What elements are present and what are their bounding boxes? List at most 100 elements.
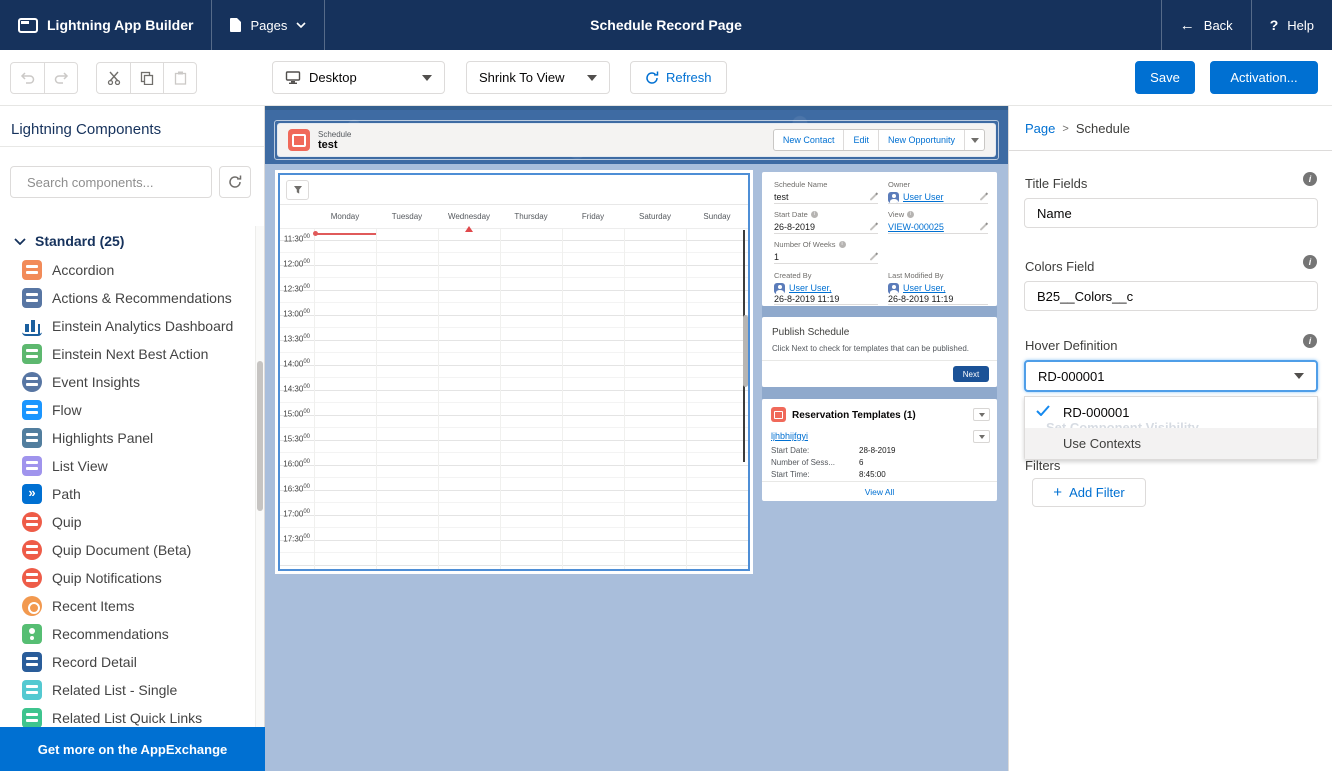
weeks-field[interactable]: 1 (774, 251, 878, 264)
undo-redo-group (10, 62, 78, 94)
sidebar-scrollbar-thumb[interactable] (257, 361, 263, 511)
search-input[interactable] (27, 175, 203, 190)
field-label: Start Datei (774, 210, 878, 219)
sidebar-scrollbar[interactable] (255, 226, 264, 727)
cut-button[interactable] (97, 63, 130, 93)
related-list-component[interactable]: Reservation Templates (1) ljhbhijfgyi St… (762, 399, 997, 501)
info-icon[interactable]: i (1303, 334, 1317, 348)
template-record-link[interactable]: ljhbhijfgyi (771, 431, 808, 441)
time-label: 15:0000 (280, 409, 310, 419)
time-label: 17:3000 (280, 534, 310, 544)
undo-button[interactable] (11, 63, 44, 93)
time-label: 13:3000 (280, 334, 310, 344)
pages-menu[interactable]: Pages (212, 0, 325, 50)
search-box (10, 166, 212, 198)
view-mode-selector[interactable]: Shrink To View (466, 61, 610, 94)
component-item-recent-items[interactable]: Recent Items (0, 592, 256, 620)
info-icon: i (839, 241, 846, 248)
filter-button[interactable] (286, 180, 309, 200)
edit-pencil-icon[interactable] (980, 223, 988, 231)
component-item-related-list-single[interactable]: Related List - Single (0, 676, 256, 704)
component-item-quip-document[interactable]: Quip Document (Beta) (0, 536, 256, 564)
edit-pencil-icon[interactable] (870, 253, 878, 261)
chevron-down-icon (296, 22, 306, 28)
plus-icon: + (1053, 485, 1062, 500)
change-owner-icon[interactable] (980, 193, 988, 201)
back-button[interactable]: ← Back (1161, 0, 1251, 50)
component-item-event-insights[interactable]: Event Insights (0, 368, 256, 396)
refresh-button[interactable]: Refresh (630, 61, 727, 94)
view-field[interactable]: VIEW-000025 (888, 221, 988, 234)
redo-icon (54, 72, 69, 85)
edit-pencil-icon[interactable] (870, 193, 878, 201)
related-list-menu-button[interactable] (973, 408, 990, 421)
modified-by-link[interactable]: User User, (903, 283, 946, 293)
help-label: Help (1287, 18, 1314, 33)
next-button[interactable]: Next (953, 366, 989, 382)
view-all-link[interactable]: View All (762, 487, 997, 497)
appexchange-button[interactable]: Get more on the AppExchange (0, 727, 265, 771)
more-actions-button[interactable] (964, 130, 984, 150)
component-item-quip-notifications[interactable]: Quip Notifications (0, 564, 256, 592)
new-opportunity-button[interactable]: New Opportunity (878, 130, 964, 150)
field-label: Number Of Weeksi (774, 240, 878, 249)
save-button[interactable]: Save (1135, 61, 1195, 94)
breadcrumb-page-link[interactable]: Page (1025, 121, 1055, 136)
hover-definition-select[interactable]: RD-000001 (1024, 360, 1318, 392)
edit-pencil-icon[interactable] (870, 223, 878, 231)
info-icon[interactable]: i (1303, 172, 1317, 186)
component-item-actions-recommendations[interactable]: Actions & Recommendations (0, 284, 256, 312)
record-detail-component[interactable]: Schedule Name test Owner User User Start… (762, 172, 997, 306)
components-sidebar: Lightning Components Standard (25) Accor… (0, 106, 265, 771)
redo-button[interactable] (44, 63, 77, 93)
copy-button[interactable] (130, 63, 163, 93)
colors-field-input[interactable] (1024, 281, 1318, 311)
start-date-field[interactable]: 26-8-2019 (774, 221, 878, 234)
day-header: Monday (314, 205, 376, 228)
info-icon[interactable]: i (1303, 255, 1317, 269)
component-item-list-view[interactable]: List View (0, 452, 256, 480)
component-item-path[interactable]: Path (0, 480, 256, 508)
component-list: Accordion Actions & Recommendations Eins… (0, 256, 256, 727)
component-item-einstein-next-best-action[interactable]: Einstein Next Best Action (0, 340, 256, 368)
owner-link[interactable]: User User (903, 192, 944, 202)
path-icon (22, 484, 42, 504)
new-contact-button[interactable]: New Contact (774, 130, 844, 150)
view-link[interactable]: VIEW-000025 (888, 222, 944, 232)
publish-schedule-component[interactable]: Publish Schedule Click Next to check for… (762, 317, 997, 387)
time-label: 17:0000 (280, 509, 310, 519)
quip-document-icon (22, 540, 42, 560)
add-filter-button[interactable]: + Add Filter (1032, 478, 1146, 507)
calendar-scrollbar-thumb[interactable] (743, 315, 748, 387)
component-item-highlights-panel[interactable]: Highlights Panel (0, 424, 256, 452)
component-item-recommendations[interactable]: Recommendations (0, 620, 256, 648)
component-item-accordion[interactable]: Accordion (0, 256, 256, 284)
activation-button[interactable]: Activation... (1210, 61, 1318, 94)
refresh-label: Refresh (666, 70, 712, 85)
component-item-quip[interactable]: Quip (0, 508, 256, 536)
component-item-flow[interactable]: Flow (0, 396, 256, 424)
refresh-components-button[interactable] (219, 166, 251, 198)
schedule-name-field[interactable]: test (774, 191, 878, 204)
record-header-component[interactable]: Schedule test New Contact Edit New Oppor… (278, 124, 995, 156)
row-label: Start Date: (771, 446, 809, 455)
component-item-related-list-quick-links[interactable]: Related List Quick Links (0, 704, 256, 727)
created-by-link[interactable]: User User, (789, 283, 832, 293)
component-item-record-detail[interactable]: Record Detail (0, 648, 256, 676)
owner-field[interactable]: User User (888, 191, 988, 204)
edit-button[interactable]: Edit (843, 130, 878, 150)
title-fields-input[interactable] (1024, 198, 1318, 228)
filters-label: Filters (1025, 458, 1060, 473)
schedule-calendar-component[interactable]: Monday Tuesday Wednesday Thursday Friday… (275, 170, 753, 574)
record-detail-icon (22, 652, 42, 672)
cut-icon (107, 71, 121, 85)
paste-button[interactable] (163, 63, 196, 93)
row-value: 6 (859, 458, 863, 467)
component-item-einstein-analytics-dashboard[interactable]: Einstein Analytics Dashboard (0, 312, 256, 340)
standard-section-toggle[interactable]: Standard (25) (14, 233, 124, 249)
template-row-menu-button[interactable] (973, 430, 990, 443)
dropdown-option-use-contexts[interactable]: Use Contexts (1025, 428, 1317, 459)
device-selector[interactable]: Desktop (272, 61, 445, 94)
help-button[interactable]: ? Help (1251, 0, 1332, 50)
dropdown-option-rd-000001[interactable]: RD-000001 (1025, 397, 1317, 428)
